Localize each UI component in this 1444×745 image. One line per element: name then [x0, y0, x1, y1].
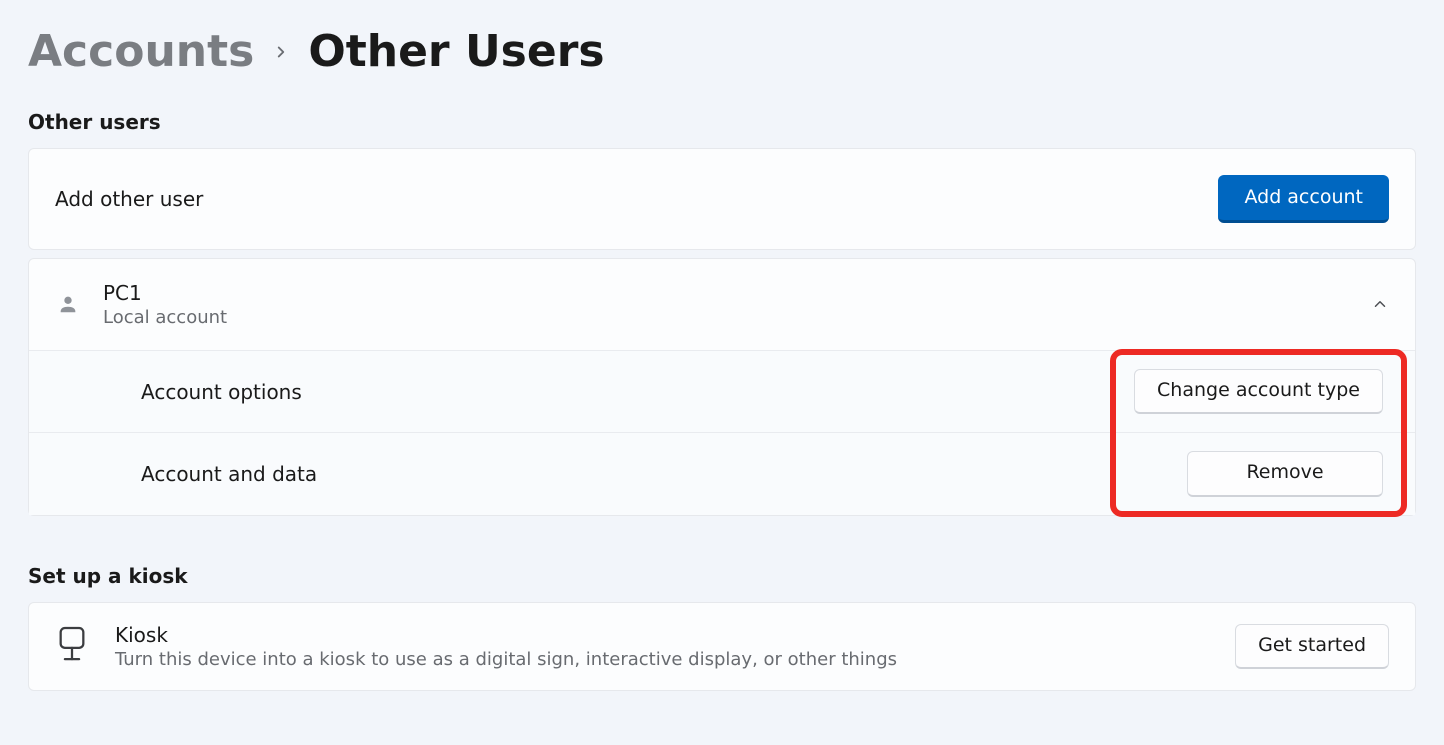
kiosk-get-started-button[interactable]: Get started [1235, 624, 1389, 670]
add-account-button[interactable]: Add account [1218, 175, 1389, 223]
section-label-other-users: Other users [28, 110, 1416, 134]
kiosk-title: Kiosk [115, 623, 1209, 647]
user-meta: PC1 Local account [103, 281, 1349, 328]
section-label-kiosk: Set up a kiosk [28, 564, 1416, 588]
kiosk-icon [55, 625, 89, 669]
settings-page: Accounts Other Users Other users Add oth… [28, 30, 1416, 691]
breadcrumb-current: Other Users [308, 30, 604, 74]
user-expander-header[interactable]: PC1 Local account [29, 259, 1415, 350]
change-account-type-button[interactable]: Change account type [1134, 369, 1383, 415]
user-type: Local account [103, 307, 1349, 328]
kiosk-desc: Turn this device into a kiosk to use as … [115, 649, 1209, 670]
chevron-right-icon [272, 43, 290, 61]
chevron-up-icon [1371, 295, 1389, 313]
account-and-data-label: Account and data [55, 462, 317, 486]
kiosk-row: Kiosk Turn this device into a kiosk to u… [28, 602, 1416, 691]
account-options-row: Account options Change account type [29, 350, 1415, 433]
account-options-label: Account options [55, 380, 302, 404]
remove-account-button[interactable]: Remove [1187, 451, 1383, 497]
breadcrumb: Accounts Other Users [28, 30, 1416, 74]
account-and-data-row: Account and data Remove [29, 432, 1415, 515]
user-name: PC1 [103, 281, 1349, 305]
breadcrumb-parent[interactable]: Accounts [28, 30, 254, 74]
add-other-user-label: Add other user [55, 187, 203, 211]
user-expander: PC1 Local account Account options Change… [28, 258, 1416, 516]
person-icon [55, 293, 81, 315]
kiosk-meta: Kiosk Turn this device into a kiosk to u… [115, 623, 1209, 670]
add-other-user-row: Add other user Add account [28, 148, 1416, 250]
